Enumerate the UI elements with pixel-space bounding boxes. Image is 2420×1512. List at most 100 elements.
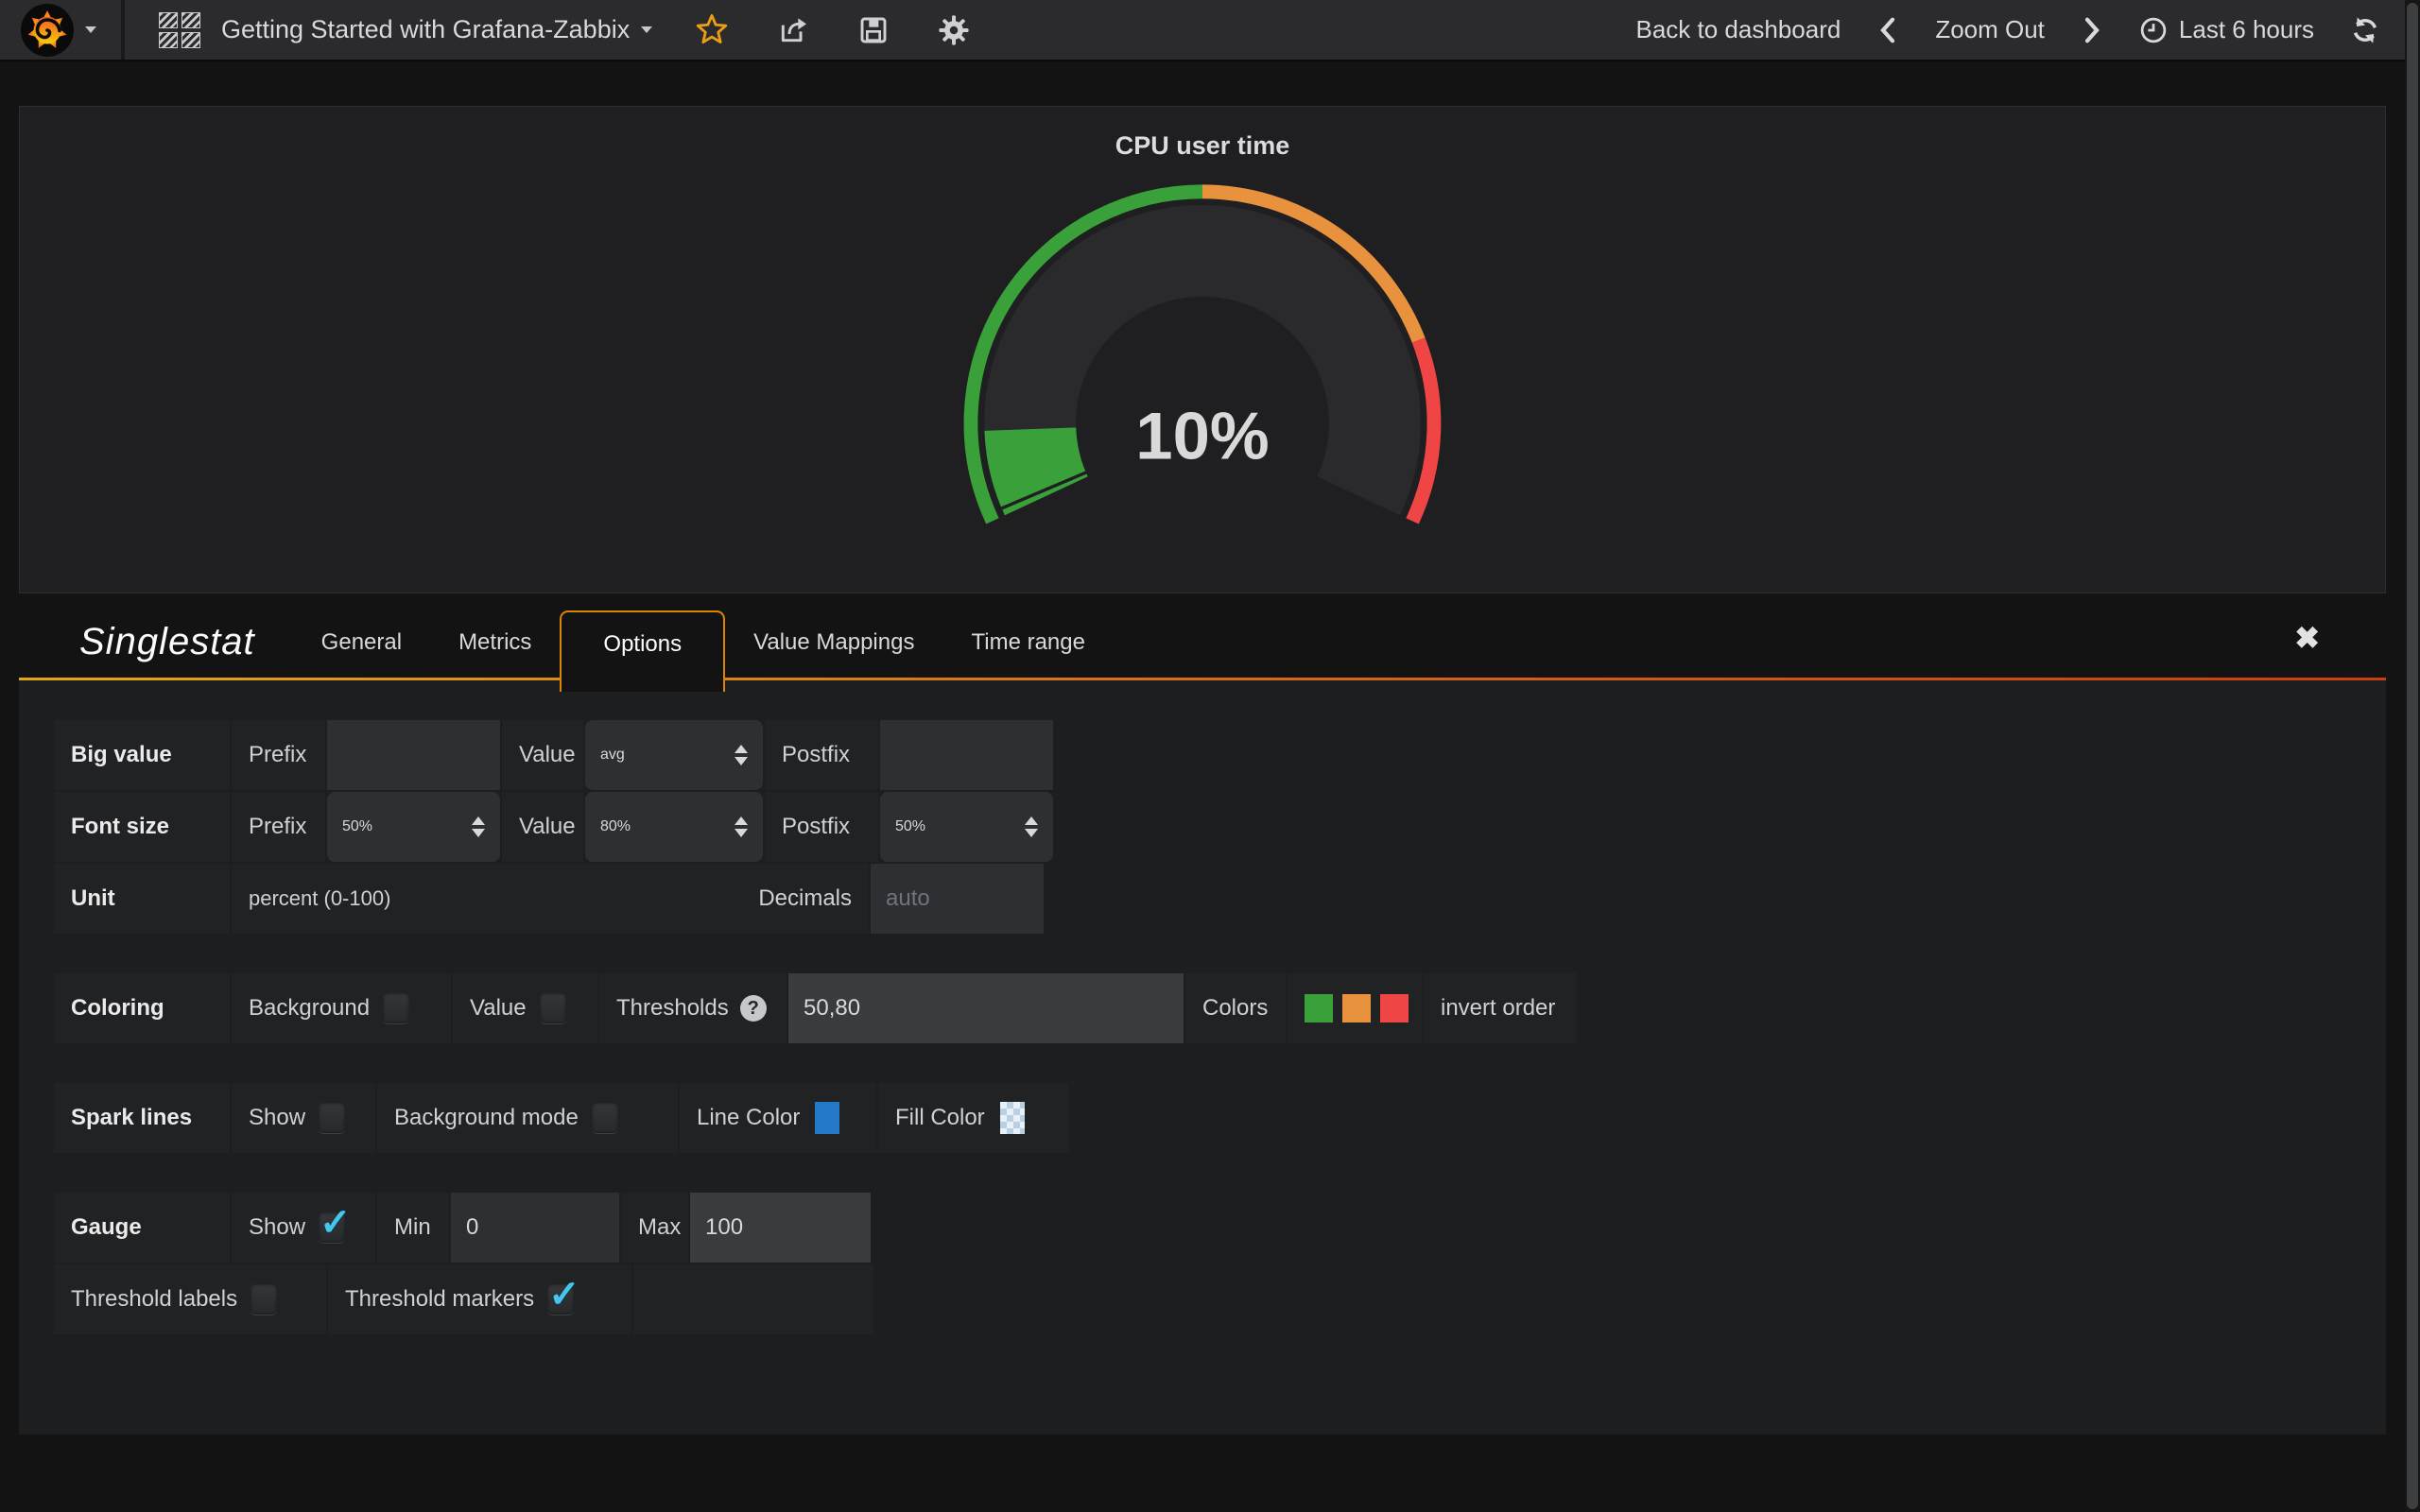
- gauge-label: Gauge: [54, 1193, 230, 1263]
- dashboard-caret-icon: [641, 26, 652, 33]
- org-menu[interactable]: [0, 0, 125, 60]
- postfix-label: Postfix: [765, 792, 878, 862]
- chevron-right-icon: [2081, 16, 2103, 44]
- time-range-picker[interactable]: Last 6 hours: [2139, 15, 2314, 44]
- big-value-postfix-input[interactable]: [895, 742, 1038, 768]
- prefix-label: Prefix: [232, 792, 325, 862]
- clock-icon: [2139, 16, 2168, 44]
- page-scrollbar[interactable]: [2405, 0, 2420, 1512]
- unit-row: Unit percent (0-100) Decimals: [54, 864, 2386, 934]
- unit-cell: percent (0-100) Decimals: [232, 864, 869, 934]
- gauge-show-cell: Show: [232, 1193, 375, 1263]
- invert-order-button[interactable]: invert order: [1441, 995, 1555, 1022]
- value-stat-select[interactable]: avg: [585, 720, 763, 790]
- share-icon: [777, 15, 809, 45]
- postfix-label: Postfix: [765, 720, 878, 790]
- sparkline-show-checkbox[interactable]: [319, 1103, 345, 1133]
- settings-button[interactable]: [938, 14, 970, 46]
- threshold-color-swatch-orange[interactable]: [1342, 994, 1371, 1022]
- spark-lines-label: Spark lines: [54, 1083, 230, 1153]
- thresholds-input-cell: [788, 973, 1184, 1043]
- save-button[interactable]: [858, 15, 889, 45]
- threshold-labels-checkbox[interactable]: [251, 1284, 277, 1314]
- org-caret-icon: [85, 26, 96, 33]
- line-color-cell: Line Color: [680, 1083, 876, 1153]
- scrollbar-thumb[interactable]: [2407, 3, 2418, 1509]
- min-label: Min: [377, 1193, 449, 1263]
- prefix-font-size-select[interactable]: 50%: [327, 792, 500, 862]
- tab-time-range[interactable]: Time range: [942, 610, 1114, 680]
- color-swatches-cell: [1288, 973, 1422, 1043]
- fill-color-cell: Fill Color: [878, 1083, 1069, 1153]
- unit-picker[interactable]: percent (0-100): [249, 886, 390, 911]
- tab-value-mappings[interactable]: Value Mappings: [725, 610, 942, 680]
- font-size-label: Font size: [54, 792, 230, 862]
- panel-title[interactable]: CPU user time: [20, 107, 2385, 161]
- decimals-input-cell: [871, 864, 1044, 934]
- time-shift-right-button[interactable]: [2081, 16, 2103, 44]
- dashboard-title: Getting Started with Grafana-Zabbix: [221, 15, 630, 44]
- max-label: Max: [621, 1193, 688, 1263]
- value-checkbox[interactable]: [540, 993, 566, 1023]
- tab-options[interactable]: Options: [560, 610, 725, 692]
- select-spinner-icon: [735, 745, 748, 765]
- thresholds-input[interactable]: [804, 995, 1168, 1022]
- big-value-prefix-input[interactable]: [342, 742, 485, 768]
- share-button[interactable]: [777, 15, 809, 45]
- threshold-color-swatch-green[interactable]: [1305, 994, 1333, 1022]
- threshold-markers-checkbox[interactable]: [547, 1284, 574, 1314]
- grafana-logo-icon: [21, 4, 74, 57]
- threshold-labels-cell: Threshold labels: [54, 1264, 326, 1334]
- gauge-min-input[interactable]: [466, 1214, 604, 1241]
- tab-metrics[interactable]: Metrics: [430, 610, 560, 680]
- singlestat-panel: CPU user time 10%: [19, 106, 2386, 593]
- time-shift-left-button[interactable]: [1876, 16, 1899, 44]
- gauge-max-input[interactable]: [705, 1214, 856, 1241]
- postfix-font-size-select[interactable]: 50%: [880, 792, 1053, 862]
- star-button[interactable]: [696, 14, 728, 46]
- refresh-icon: [2350, 15, 2380, 45]
- close-editor-icon[interactable]: ✖: [2294, 620, 2320, 656]
- postfix-input-cell: [880, 720, 1053, 790]
- grafana-app: Getting Started with Grafana-Zabbix: [0, 0, 2420, 1512]
- panel-editor: Singlestat General Metrics Options Value…: [19, 593, 2386, 1435]
- background-mode-checkbox[interactable]: [592, 1103, 618, 1133]
- fill-color-swatch[interactable]: [1000, 1102, 1025, 1134]
- chevron-left-icon: [1876, 16, 1899, 44]
- editor-heading: Singlestat: [45, 621, 293, 680]
- line-color-swatch[interactable]: [815, 1102, 839, 1134]
- min-input-cell: [451, 1193, 619, 1263]
- top-navbar: Getting Started with Grafana-Zabbix: [0, 0, 2420, 62]
- gauge-value-wedge: [1030, 429, 1046, 496]
- dashboard-picker[interactable]: Getting Started with Grafana-Zabbix: [125, 12, 652, 48]
- refresh-button[interactable]: [2350, 15, 2380, 45]
- gauge-show-checkbox[interactable]: [319, 1212, 345, 1243]
- decimals-input[interactable]: [886, 885, 1028, 912]
- spark-lines-row: Spark lines Show Background mode Line Co…: [54, 1083, 2386, 1153]
- help-icon[interactable]: ?: [740, 995, 767, 1022]
- options-tab-content: Big value Prefix Value avg Postfix: [19, 680, 2386, 1435]
- select-spinner-icon: [1025, 816, 1038, 837]
- coloring-background-cell: Background: [232, 973, 451, 1043]
- dashboard-grid-icon: [159, 12, 200, 48]
- gear-icon: [938, 14, 970, 46]
- gauge-chart: 10%: [933, 170, 1472, 525]
- editor-tabbar: Singlestat General Metrics Options Value…: [19, 593, 2386, 680]
- font-size-row: Font size Prefix 50% Value 80% Postfix 5…: [54, 792, 2386, 862]
- decimals-label: Decimals: [758, 885, 852, 912]
- big-value-row: Big value Prefix Value avg Postfix: [54, 720, 2386, 790]
- tab-general[interactable]: General: [293, 610, 430, 680]
- coloring-row: Coloring Background Value Thresholds ?: [54, 973, 2386, 1043]
- coloring-label: Coloring: [54, 973, 230, 1043]
- big-value-label: Big value: [54, 720, 230, 790]
- select-spinner-icon: [472, 816, 485, 837]
- sparkline-show-cell: Show: [232, 1083, 375, 1153]
- threshold-color-swatch-red[interactable]: [1380, 994, 1409, 1022]
- select-spinner-icon: [735, 816, 748, 837]
- coloring-value-cell: Value: [453, 973, 597, 1043]
- value-font-size-select[interactable]: 80%: [585, 792, 763, 862]
- zoom-out-button[interactable]: Zoom Out: [1935, 15, 2045, 44]
- background-checkbox[interactable]: [383, 993, 409, 1023]
- background-mode-cell: Background mode: [377, 1083, 678, 1153]
- back-to-dashboard-button[interactable]: Back to dashboard: [1636, 15, 1841, 44]
